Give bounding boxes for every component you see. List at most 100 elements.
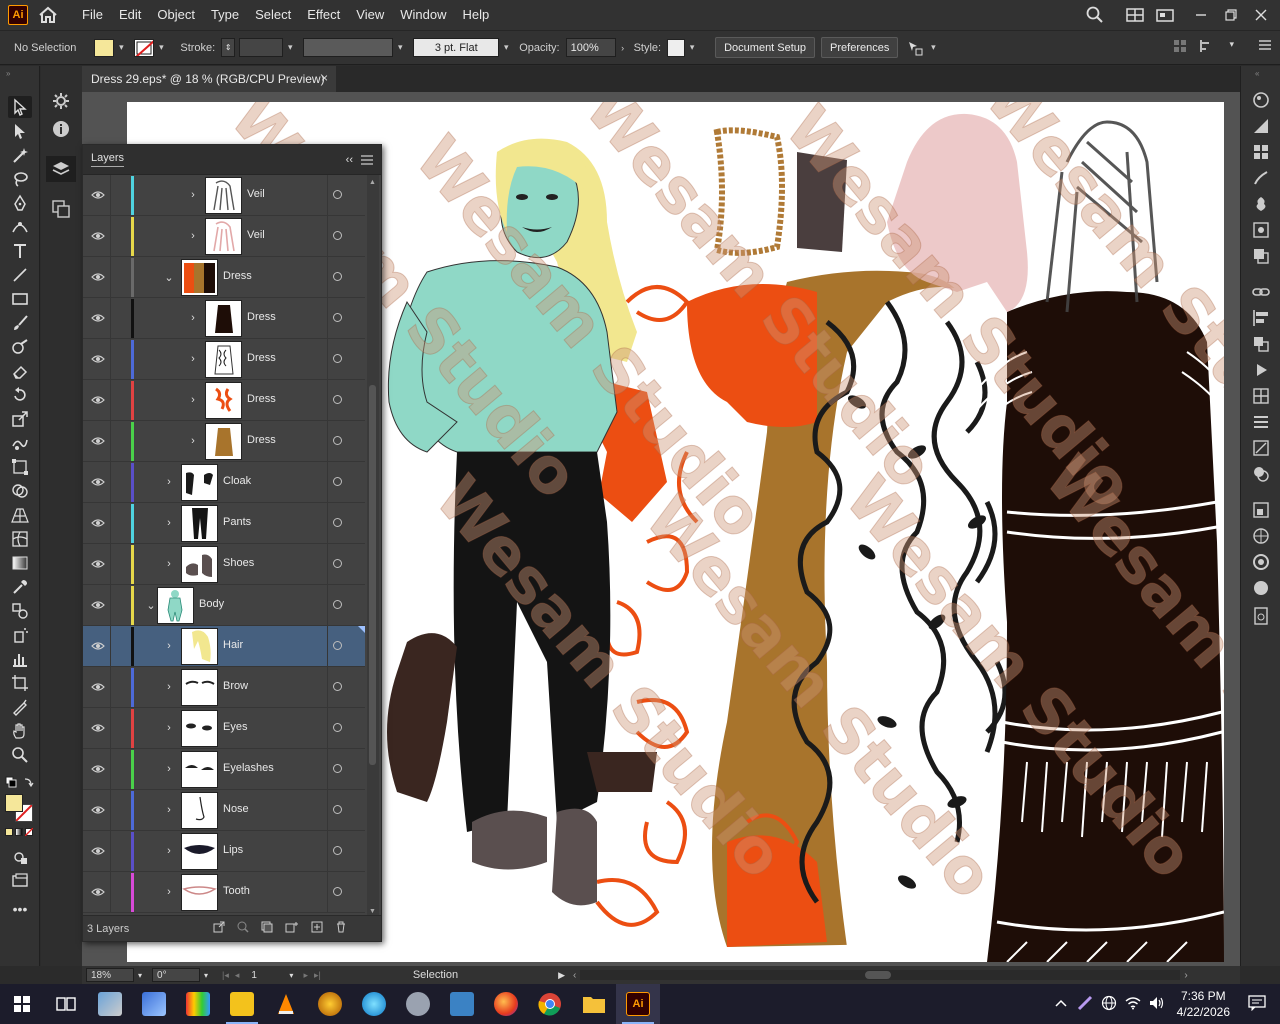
right-dock-collapse-icon[interactable]: « xyxy=(1255,69,1259,78)
locate-object-icon[interactable] xyxy=(237,921,249,936)
hscroll-right-icon[interactable]: › xyxy=(1184,970,1187,981)
layer-name[interactable]: Lips xyxy=(223,844,243,856)
chevron-right-icon[interactable]: › xyxy=(163,515,175,531)
transform-icon[interactable] xyxy=(1199,39,1217,56)
transparency-panel-icon[interactable] xyxy=(1251,246,1271,266)
preferences-button[interactable]: Preferences xyxy=(821,37,899,58)
properties-panel-icon[interactable] xyxy=(52,92,70,113)
variable-width-profile[interactable] xyxy=(303,38,394,57)
taskbar-app-snipping-icon[interactable] xyxy=(132,984,176,1024)
selected-art-indicator[interactable] xyxy=(358,626,365,633)
layer-name[interactable]: Dress xyxy=(247,311,276,323)
layer-name[interactable]: Veil xyxy=(247,188,265,200)
pen-tool-icon[interactable] xyxy=(8,192,32,214)
visibility-eye-icon[interactable] xyxy=(90,598,106,612)
chevron-right-icon[interactable]: › xyxy=(163,802,175,818)
collapse-panel-icon[interactable]: ‹‹ xyxy=(346,154,353,166)
chevron-right-icon[interactable]: › xyxy=(187,310,199,326)
menu-select[interactable]: Select xyxy=(247,0,299,30)
appearance-panel-icon[interactable] xyxy=(1251,464,1271,484)
layer-row[interactable]: › Brow xyxy=(83,667,365,708)
layer-target-circle-icon[interactable] xyxy=(333,477,342,486)
chevron-right-icon[interactable]: › xyxy=(163,638,175,654)
layer-target-circle-icon[interactable] xyxy=(333,518,342,527)
show-hidden-icons-icon[interactable] xyxy=(1055,997,1067,1011)
layer-row[interactable]: › Dress xyxy=(83,421,365,462)
layer-row[interactable]: › Eyelashes xyxy=(83,749,365,790)
default-colors-icon[interactable] xyxy=(5,776,35,790)
document-setup-button[interactable]: Document Setup xyxy=(715,37,816,58)
last-artboard-icon[interactable]: ▸| xyxy=(314,970,321,981)
layers-panel-menu-icon[interactable] xyxy=(361,155,373,168)
graphic-style-swatch[interactable] xyxy=(667,38,686,57)
visibility-eye-icon[interactable] xyxy=(90,803,106,817)
visibility-eye-icon[interactable] xyxy=(90,352,106,366)
layer-target-circle-icon[interactable] xyxy=(333,600,342,609)
menu-window[interactable]: Window xyxy=(392,0,454,30)
color-guide-icon[interactable] xyxy=(1251,116,1271,136)
actions-panel-icon[interactable] xyxy=(1251,360,1271,380)
fill-swatch[interactable] xyxy=(94,38,115,57)
task-view-icon[interactable] xyxy=(44,984,88,1024)
chevron-right-icon[interactable]: › xyxy=(163,556,175,572)
fill-stroke-swatches[interactable] xyxy=(5,794,35,822)
layer-row[interactable]: › Lips xyxy=(83,831,365,872)
layer-row[interactable]: › Dress xyxy=(83,298,365,339)
artboard-dropdown-icon[interactable]: ▾ xyxy=(289,971,293,980)
menu-edit[interactable]: Edit xyxy=(111,0,149,30)
delete-layer-icon[interactable] xyxy=(335,921,347,936)
arrange-documents-icon[interactable] xyxy=(1152,2,1178,28)
column-graph-tool-icon[interactable] xyxy=(8,648,32,670)
lasso-tool-icon[interactable] xyxy=(8,168,32,190)
layer-row[interactable]: › Shoes xyxy=(83,544,365,585)
type-tool-icon[interactable] xyxy=(8,240,32,262)
layer-name[interactable]: Body xyxy=(199,598,224,610)
select-similar-dropdown-icon[interactable]: ▾ xyxy=(926,39,940,57)
rotate-tool-icon[interactable] xyxy=(8,384,32,406)
graphic-styles-icon[interactable] xyxy=(1251,220,1271,240)
layer-target-circle-icon[interactable] xyxy=(333,190,342,199)
layer-row[interactable]: ⌄ Dress xyxy=(83,257,365,298)
artboard-tool-icon[interactable] xyxy=(8,672,32,694)
eyedropper-tool-icon[interactable] xyxy=(8,576,32,598)
create-new-layer-icon[interactable] xyxy=(311,921,323,936)
volume-icon[interactable] xyxy=(1149,996,1165,1013)
profile-dropdown-icon[interactable]: ▾ xyxy=(393,39,407,57)
chevron-right-icon[interactable]: › xyxy=(163,720,175,736)
layer-target-circle-icon[interactable] xyxy=(333,846,342,855)
blend-tool-icon[interactable] xyxy=(8,600,32,622)
chevron-right-icon[interactable]: › xyxy=(163,474,175,490)
layer-target-circle-icon[interactable] xyxy=(333,231,342,240)
first-artboard-icon[interactable]: |◂ xyxy=(222,970,229,981)
language-globe-icon[interactable] xyxy=(1101,995,1117,1014)
layer-name[interactable]: Eyes xyxy=(223,721,247,733)
chevron-right-icon[interactable]: › xyxy=(163,843,175,859)
hscroll-left-icon[interactable]: ‹ xyxy=(573,970,576,981)
zoom-dropdown-icon[interactable]: ▾ xyxy=(138,971,142,980)
perspective-grid-tool-icon[interactable] xyxy=(8,504,32,526)
screen-mode-icon[interactable] xyxy=(8,870,32,892)
warp-tool-icon[interactable] xyxy=(8,432,32,454)
stroke-weight-field[interactable] xyxy=(239,38,284,57)
layers-scrollbar-thumb[interactable] xyxy=(369,385,376,765)
brushes-panel-icon[interactable] xyxy=(1251,168,1271,188)
visibility-eye-icon[interactable] xyxy=(90,229,106,243)
taskbar-app-network-icon[interactable] xyxy=(352,984,396,1024)
toolbar-collapse-icon[interactable]: » xyxy=(6,69,10,78)
taskbar-app-character-icon[interactable] xyxy=(308,984,352,1024)
layer-name[interactable]: Hair xyxy=(223,639,243,651)
rotation-dropdown-icon[interactable]: ▾ xyxy=(204,971,208,980)
create-sublayer-icon[interactable] xyxy=(285,921,299,936)
layer-row[interactable]: › Veil xyxy=(83,216,365,257)
layer-name[interactable]: Dress xyxy=(223,270,252,282)
layer-name[interactable]: Nose xyxy=(223,803,249,815)
select-similar-icon[interactable] xyxy=(904,39,926,57)
chevron-down-icon[interactable]: ⌄ xyxy=(145,597,157,613)
visibility-eye-icon[interactable] xyxy=(90,557,106,571)
visibility-eye-icon[interactable] xyxy=(90,393,106,407)
selection-tool-icon[interactable] xyxy=(8,96,32,118)
stroke-weight-dropdown-icon[interactable]: ▾ xyxy=(283,39,297,57)
dropdown-arrow-icon[interactable]: ▾ xyxy=(1229,39,1234,56)
home-icon[interactable] xyxy=(36,3,60,27)
taskbar-app-illustrator-icon[interactable]: Ai xyxy=(616,984,660,1024)
